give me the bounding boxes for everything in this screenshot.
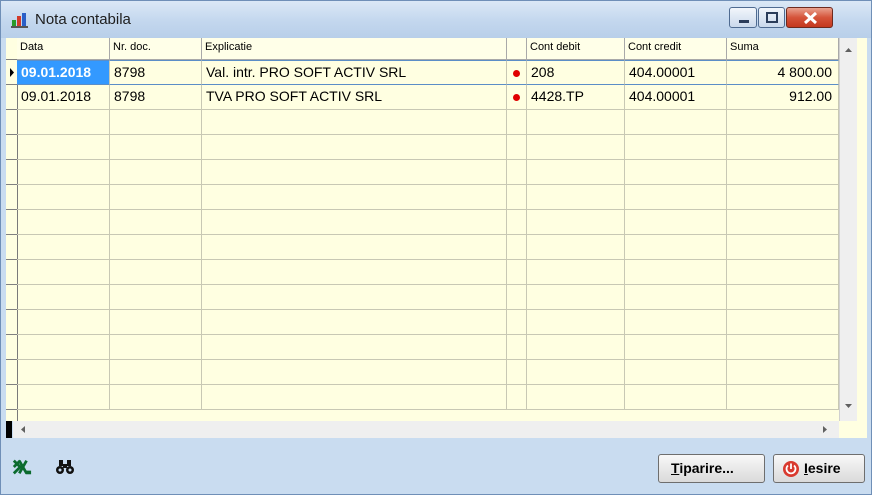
column-header-nr-doc[interactable]: Nr. doc. [110,38,202,60]
red-dot-icon [513,94,520,101]
cell-suma[interactable]: 4 800.00 [727,60,839,85]
empty-row[interactable] [17,235,839,260]
row-indicator[interactable] [6,310,17,335]
column-header-explicatie[interactable]: Explicatie [202,38,507,60]
cell-explicatie[interactable]: TVA PRO SOFT ACTIV SRL [202,85,507,110]
maximize-button[interactable] [758,7,785,28]
empty-row[interactable] [17,285,839,310]
table-row[interactable]: 09.01.2018 8798 Val. intr. PRO SOFT ACTI… [17,60,839,85]
indicator-header [6,38,17,60]
empty-row[interactable] [17,310,839,335]
cell-cont-credit[interactable]: 404.00001 [625,60,727,85]
red-dot-icon [513,70,520,77]
empty-row[interactable] [17,335,839,360]
cell-cont-credit[interactable]: 404.00001 [625,85,727,110]
cell-marker[interactable] [507,60,527,85]
horizontal-scrollbar[interactable] [13,421,839,438]
cell-data[interactable]: 09.01.2018 [17,60,110,85]
empty-row[interactable] [17,185,839,210]
vertical-scrollbar[interactable] [839,38,857,421]
close-button[interactable] [786,7,833,28]
column-header-cont-debit[interactable]: Cont debit [527,38,625,60]
scrollbar-corner [839,421,867,438]
row-indicator[interactable] [6,185,17,210]
binoculars-icon[interactable] [55,457,75,477]
power-icon [783,461,799,477]
column-header-suma[interactable]: Suma [727,38,839,60]
cell-nr-doc[interactable]: 8798 [110,85,202,110]
row-indicator[interactable] [6,210,17,235]
grid-left-marker [6,421,12,438]
cell-marker[interactable] [507,85,527,110]
row-indicator[interactable] [6,85,17,110]
current-row-arrow-icon [10,68,14,77]
empty-row[interactable] [17,360,839,385]
row-indicator[interactable] [6,260,17,285]
grid-right-filler [856,38,867,438]
empty-row[interactable] [17,260,839,285]
cell-suma[interactable]: 912.00 [727,85,839,110]
row-indicator[interactable] [6,235,17,260]
cell-cont-debit[interactable]: 4428.TP [527,85,625,110]
minimize-button[interactable] [729,7,757,28]
cell-nr-doc[interactable]: 8798 [110,60,202,85]
scroll-arrows-vertical [845,48,852,408]
cell-explicatie[interactable]: Val. intr. PRO SOFT ACTIV SRL [202,60,507,85]
row-indicator[interactable] [6,60,17,85]
window-title: Nota contabila [35,11,131,28]
scroll-arrows-horizontal [21,426,827,433]
column-header-marker[interactable] [507,38,527,60]
row-indicator[interactable] [6,135,17,160]
bottom-toolbar: Tiparire... Iesire [1,438,871,494]
title-bar[interactable]: Nota contabila [1,1,871,38]
scroll-right-icon [823,426,827,433]
table-row[interactable]: 09.01.2018 8798 TVA PRO SOFT ACTIV SRL 4… [17,85,839,110]
nota-contabila-window: Nota contabila Data Nr. doc. Explicatie … [0,0,872,495]
row-indicator[interactable] [6,160,17,185]
row-indicator[interactable] [6,285,17,310]
empty-row[interactable] [17,110,839,135]
scroll-left-icon [21,426,25,433]
row-indicator[interactable] [6,360,17,385]
row-indicator[interactable] [6,110,17,135]
print-button[interactable]: Tiparire... [658,454,765,483]
row-indicator[interactable] [6,335,17,360]
column-header-data[interactable]: Data [17,38,110,60]
cell-data[interactable]: 09.01.2018 [17,85,110,110]
chart-app-icon [11,13,28,28]
empty-row[interactable] [17,385,839,410]
empty-row[interactable] [17,210,839,235]
scroll-up-icon [845,48,852,52]
accounting-grid[interactable]: Data Nr. doc. Explicatie Cont debit Cont… [6,38,839,421]
empty-row[interactable] [17,160,839,185]
empty-row[interactable] [17,135,839,160]
exit-button-label: esire [807,460,841,476]
exit-button[interactable]: Iesire [773,454,865,483]
scroll-down-icon [845,404,852,408]
column-header-cont-credit[interactable]: Cont credit [625,38,727,60]
row-indicator[interactable] [6,385,17,410]
excel-export-icon[interactable] [12,457,32,477]
cell-cont-debit[interactable]: 208 [527,60,625,85]
print-button-label: iparire... [679,460,734,476]
